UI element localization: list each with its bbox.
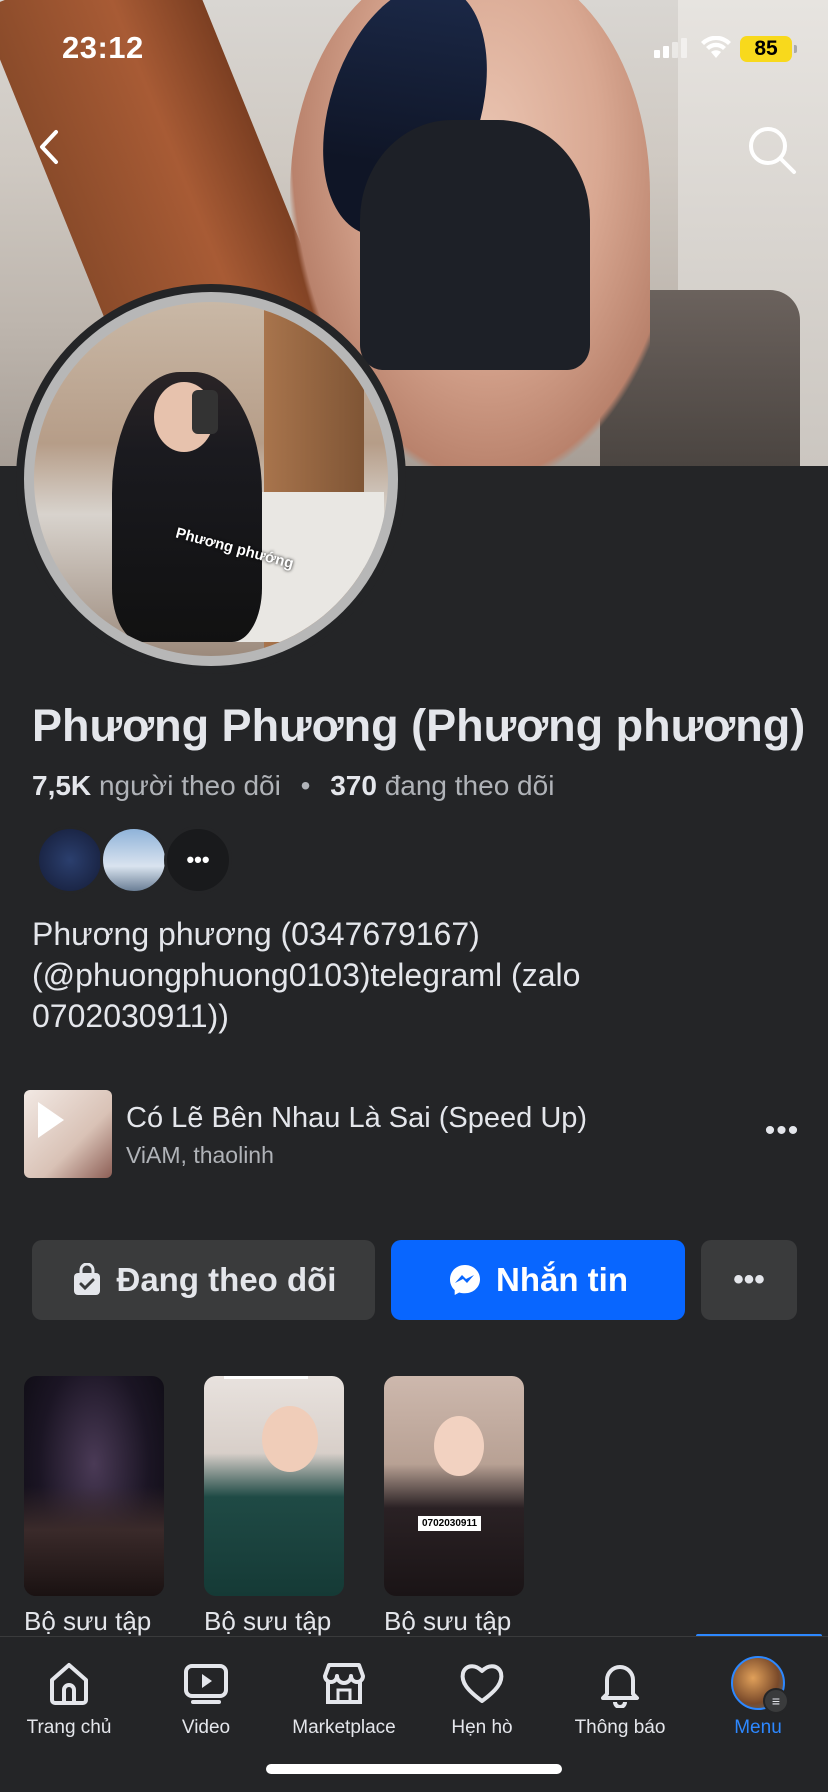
music-thumbnail[interactable] bbox=[24, 1090, 112, 1178]
tab-marketplace-label: Marketplace bbox=[292, 1717, 396, 1738]
status-time: 23:12 bbox=[62, 30, 144, 65]
tab-notifications[interactable]: Thông báo bbox=[551, 1655, 689, 1739]
music-more-icon[interactable]: ••• bbox=[760, 1114, 804, 1154]
wifi-icon bbox=[701, 36, 731, 58]
play-icon[interactable] bbox=[38, 1102, 64, 1138]
profile-stats: 7,5K người theo dõi • 370 đang theo dõi bbox=[32, 770, 554, 802]
followers-count[interactable]: 7,5K bbox=[32, 770, 91, 801]
mutual-followers[interactable]: ••• bbox=[36, 826, 232, 894]
status-bar: 23:12 85 bbox=[0, 0, 828, 100]
profile-name: Phương Phương (Phương phương) bbox=[32, 700, 806, 751]
marketplace-icon bbox=[323, 1663, 365, 1704]
collection-face bbox=[434, 1416, 484, 1476]
following-count[interactable]: 370 bbox=[330, 770, 377, 801]
heart-icon bbox=[460, 1664, 504, 1703]
profile-music[interactable]: Có Lẽ Bên Nhau Là Sai (Speed Up) ViAM, t… bbox=[24, 1090, 804, 1178]
search-button[interactable] bbox=[744, 122, 800, 178]
followers-label[interactable]: người theo dõi bbox=[99, 770, 281, 801]
collection-cover[interactable] bbox=[204, 1376, 344, 1596]
menu-avatar: ≡ bbox=[731, 1656, 789, 1714]
tab-video-label: Video bbox=[181, 1717, 231, 1738]
home-indicator bbox=[266, 1764, 562, 1774]
tab-video[interactable]: Video bbox=[137, 1655, 275, 1739]
tab-notifications-label: Thông báo bbox=[574, 1717, 666, 1738]
avatar-ring: Phương phướng bbox=[24, 292, 398, 666]
collection-label: Bộ sưu tập bbox=[24, 1606, 152, 1636]
cellular-signal-icon bbox=[654, 38, 687, 58]
following-icon bbox=[73, 1263, 100, 1295]
video-icon bbox=[184, 1664, 228, 1704]
tab-menu-label: Menu bbox=[734, 1717, 782, 1738]
message-button[interactable]: Nhắn tin bbox=[391, 1240, 685, 1320]
messenger-icon bbox=[450, 1265, 480, 1295]
collection-label: Bộ sưu tập bbox=[204, 1606, 332, 1636]
music-title: Có Lẽ Bên Nhau Là Sai (Speed Up) bbox=[126, 1102, 588, 1134]
tab-home[interactable]: Trang chủ bbox=[0, 1655, 138, 1739]
home-icon bbox=[50, 1663, 88, 1705]
avatar-image: Phương phướng bbox=[34, 302, 388, 656]
collection-cover[interactable] bbox=[24, 1376, 164, 1596]
collection-cover[interactable]: 0702030911 bbox=[384, 1376, 524, 1596]
music-artist: ViAM, thaolinh bbox=[126, 1142, 274, 1168]
mutual-avatar[interactable] bbox=[100, 826, 168, 894]
following-button-label: Đang theo dõi bbox=[116, 1261, 337, 1298]
more-icon: ••• bbox=[733, 1263, 765, 1296]
avatar-phone bbox=[192, 390, 218, 434]
collection-progress-bar bbox=[224, 1376, 308, 1379]
more-mutual-icon[interactable]: ••• bbox=[164, 826, 232, 894]
collection-card[interactable]: 0702030911 Bộ sưu tập bbox=[384, 1376, 524, 1637]
collection-card[interactable]: Bộ sưu tập bbox=[204, 1376, 344, 1637]
message-button-label: Nhắn tin bbox=[496, 1261, 628, 1298]
collection-label: Bộ sưu tập bbox=[384, 1606, 512, 1636]
more-actions-button[interactable]: ••• bbox=[701, 1240, 797, 1320]
tab-marketplace[interactable]: Marketplace bbox=[275, 1655, 413, 1739]
tab-dating-label: Hẹn hò bbox=[451, 1717, 513, 1738]
back-button[interactable] bbox=[30, 122, 70, 172]
menu-hamburger-icon: ≡ bbox=[763, 1688, 789, 1714]
following-label[interactable]: đang theo dõi bbox=[385, 770, 555, 801]
tab-home-label: Trang chủ bbox=[26, 1717, 112, 1738]
tab-menu[interactable]: ≡ Menu bbox=[689, 1655, 827, 1739]
tab-dating[interactable]: Hẹn hò bbox=[413, 1655, 551, 1739]
collection-card[interactable]: Bộ sưu tập bbox=[24, 1376, 164, 1637]
stats-separator: • bbox=[300, 770, 311, 801]
battery-icon: 85 bbox=[740, 36, 797, 62]
collection-phone-tag: 0702030911 bbox=[418, 1516, 482, 1531]
profile-avatar[interactable]: Phương phướng bbox=[16, 284, 406, 674]
mutual-avatar[interactable] bbox=[36, 826, 104, 894]
cover-dress bbox=[360, 120, 590, 370]
collection-face bbox=[262, 1406, 318, 1472]
bell-icon bbox=[601, 1665, 639, 1708]
profile-bio: Phương phương (0347679167) (@phuongphuon… bbox=[32, 916, 581, 1034]
following-button[interactable]: Đang theo dõi bbox=[32, 1240, 375, 1320]
